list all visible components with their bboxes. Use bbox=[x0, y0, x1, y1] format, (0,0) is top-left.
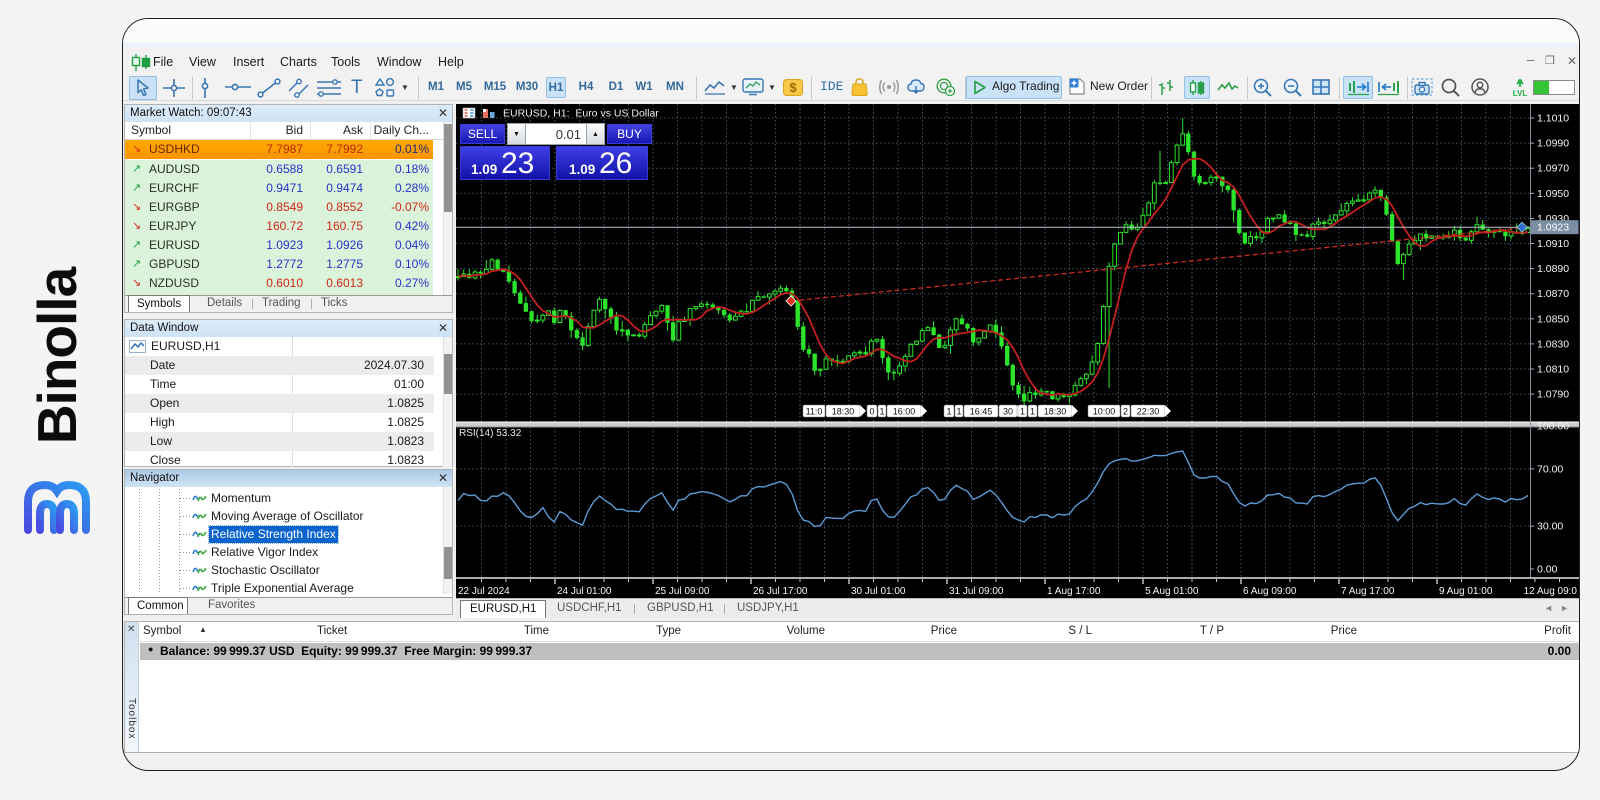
svg-text:25 Jul 09:00: 25 Jul 09:00 bbox=[655, 586, 710, 597]
svg-text:1: 1 bbox=[956, 407, 961, 417]
svg-text:EURUSD, H1: Euro vs US Dollar: EURUSD, H1: Euro vs US Dollar bbox=[503, 108, 659, 120]
svg-text:18:30: 18:30 bbox=[832, 407, 855, 417]
svg-text:2: 2 bbox=[1123, 407, 1128, 417]
svg-text:RSI(14) 53.32: RSI(14) 53.32 bbox=[459, 428, 522, 439]
svg-text:1.0830: 1.0830 bbox=[1537, 338, 1569, 350]
svg-text:LVL: LVL bbox=[1513, 89, 1527, 97]
svg-text:5 Aug 01:00: 5 Aug 01:00 bbox=[1145, 586, 1199, 597]
svg-text:1.0923: 1.0923 bbox=[1537, 222, 1569, 234]
svg-text:1: 1 bbox=[1020, 407, 1025, 417]
svg-text:1.0970: 1.0970 bbox=[1537, 163, 1569, 175]
svg-text:26 Jul 17:00: 26 Jul 17:00 bbox=[753, 586, 808, 597]
svg-text:31 Jul 09:00: 31 Jul 09:00 bbox=[949, 586, 1004, 597]
svg-text:30 Jul 01:00: 30 Jul 01:00 bbox=[851, 586, 906, 597]
svg-text:0.00: 0.00 bbox=[1537, 564, 1558, 576]
svg-text:22:30: 22:30 bbox=[1137, 407, 1160, 417]
svg-text:22 Jul 2024: 22 Jul 2024 bbox=[458, 586, 510, 597]
svg-text:0: 0 bbox=[869, 407, 874, 417]
svg-text:30: 30 bbox=[1003, 407, 1013, 417]
svg-text:24 Jul 01:00: 24 Jul 01:00 bbox=[557, 586, 612, 597]
svg-text:$: $ bbox=[789, 80, 797, 95]
svg-text:1: 1 bbox=[879, 407, 884, 417]
svg-text:16:45: 16:45 bbox=[970, 407, 993, 417]
svg-text:16:00: 16:00 bbox=[893, 407, 916, 417]
svg-text:1.0870: 1.0870 bbox=[1537, 288, 1569, 300]
svg-text:30.00: 30.00 bbox=[1537, 521, 1563, 533]
svg-text:1.0990: 1.0990 bbox=[1537, 138, 1569, 150]
svg-text:10:00: 10:00 bbox=[1093, 407, 1116, 417]
svg-text:11:0: 11:0 bbox=[806, 407, 823, 417]
svg-text:1 Aug 17:00: 1 Aug 17:00 bbox=[1047, 586, 1101, 597]
svg-text:6 Aug 09:00: 6 Aug 09:00 bbox=[1243, 586, 1297, 597]
svg-text:1.0950: 1.0950 bbox=[1537, 188, 1569, 200]
svg-text:9 Aug 01:00: 9 Aug 01:00 bbox=[1439, 586, 1493, 597]
svg-text:1.0810: 1.0810 bbox=[1537, 364, 1569, 376]
svg-text:1.0910: 1.0910 bbox=[1537, 238, 1569, 250]
svg-text:1.1010: 1.1010 bbox=[1537, 113, 1569, 125]
svg-text:18:30: 18:30 bbox=[1044, 407, 1067, 417]
svg-text:12 Aug 09:0: 12 Aug 09:0 bbox=[1524, 586, 1578, 597]
svg-text:70.00: 70.00 bbox=[1537, 463, 1563, 475]
svg-text:7 Aug 17:00: 7 Aug 17:00 bbox=[1341, 586, 1395, 597]
svg-text:1: 1 bbox=[1030, 407, 1035, 417]
svg-text:1.0850: 1.0850 bbox=[1537, 313, 1569, 325]
svg-text:1.0890: 1.0890 bbox=[1537, 263, 1569, 275]
svg-text:100.00: 100.00 bbox=[1537, 421, 1569, 433]
svg-text:1.0790: 1.0790 bbox=[1537, 389, 1569, 401]
svg-text:1: 1 bbox=[946, 407, 951, 417]
